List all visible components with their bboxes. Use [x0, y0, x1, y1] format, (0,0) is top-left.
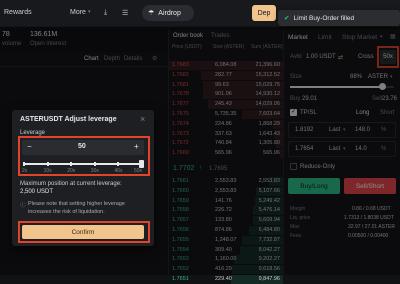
nav-more[interactable]: More [70, 9, 86, 16]
parachute-icon: ☂ [148, 10, 155, 17]
check-circle-icon: ✔ [284, 15, 290, 22]
highlight-box [18, 136, 150, 176]
download-icon[interactable]: ⤓ [104, 9, 107, 17]
menu-icon[interactable]: ☰ [122, 9, 128, 17]
close-icon[interactable]: × [140, 114, 145, 124]
airdrop-label: Airdrop [158, 9, 181, 17]
chevron-down-icon: ▾ [26, 9, 29, 15]
max-position-value: 2,500 USDT [20, 189, 54, 195]
chevron-down-icon: ▾ [88, 9, 91, 15]
max-position-label: Maximum position at current leverage: [20, 181, 122, 187]
toast-notification: ✔ Limit Buy-Order filled [278, 10, 400, 26]
airdrop-button[interactable]: ☂ Airdrop [142, 5, 194, 21]
bid-row[interactable]: 1.7651 229.40 9,847.96 [169, 275, 283, 284]
dialog-title: ASTERUSDT Adjust leverage [20, 116, 117, 123]
warning-icon: ⓘ [20, 203, 26, 209]
adjust-leverage-dialog: ASTERUSDT Adjust leverage × Leverage − 5… [12, 110, 154, 246]
highlight-box [18, 221, 150, 243]
order-size: 229.40 [215, 276, 232, 282]
warning-text: Please note that setting higher leverage… [28, 201, 125, 215]
toast-message: Limit Buy-Order filled [293, 14, 355, 22]
order-sum: 9,847.96 [258, 276, 280, 282]
order-price: 1.7651 [172, 276, 189, 282]
deposit-button[interactable]: Dep [252, 5, 276, 21]
